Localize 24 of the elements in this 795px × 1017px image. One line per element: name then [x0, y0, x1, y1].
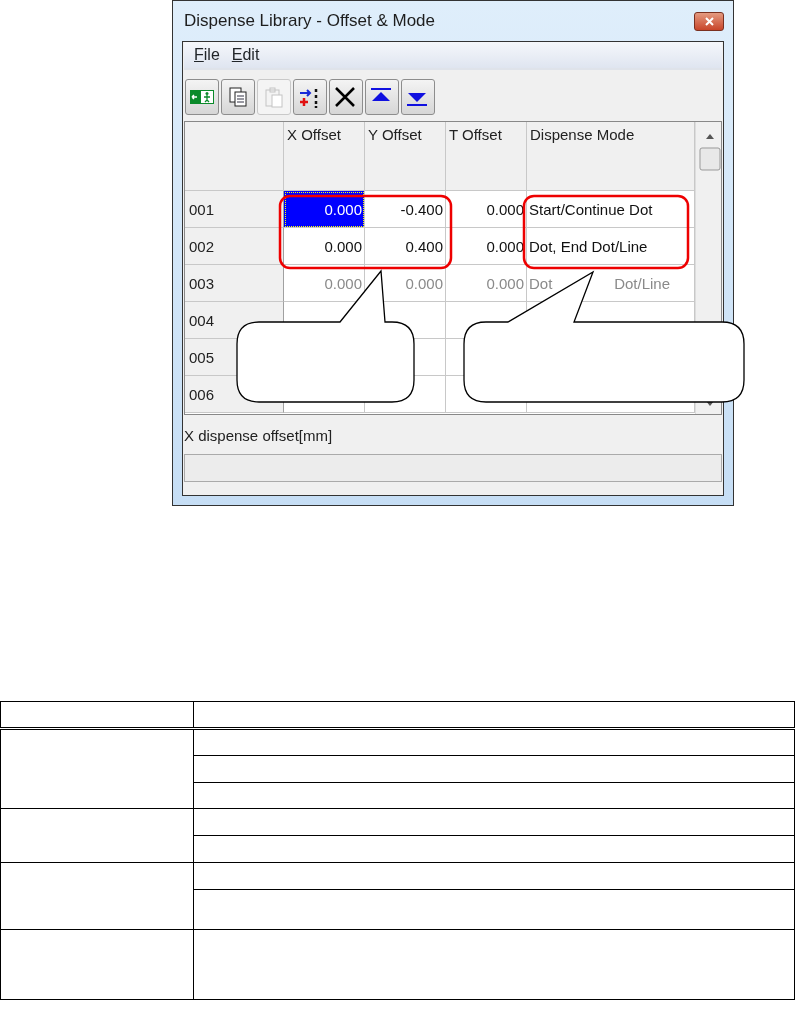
close-icon [704, 16, 714, 26]
column-header: X Offset [284, 122, 365, 191]
column-header: Dispense Mode [527, 122, 695, 191]
menu-item[interactable]: File [194, 43, 220, 67]
row-header: 003 [185, 265, 284, 302]
toolbar-button[interactable] [365, 79, 399, 115]
table-cell[interactable]: 0.000 [446, 191, 527, 228]
toolbar-button[interactable] [401, 79, 435, 115]
column-header: T Offset [446, 122, 527, 191]
table-cell[interactable]: 0.000 [446, 228, 527, 265]
menu-item[interactable]: Edit [231, 43, 260, 67]
row-header: 002 [185, 228, 284, 265]
table-cell[interactable]: 0.000 [446, 265, 527, 302]
column-header: Y Offset [365, 122, 446, 191]
status-text: X dispense offset[mm] [184, 426, 334, 446]
table-cell[interactable]: -0.400 [365, 191, 446, 228]
toolbar-button[interactable] [293, 79, 327, 115]
window-title: Dispense Library - Offset & Mode [184, 10, 435, 33]
close-button[interactable] [694, 11, 724, 31]
row-header: 001 [185, 191, 284, 228]
table-cell[interactable]: 0.000 [284, 191, 365, 228]
toolbar-button[interactable] [329, 79, 363, 115]
table-cell[interactable]: 0.400 [365, 228, 446, 265]
table-cell[interactable]: 0.000 [284, 228, 365, 265]
